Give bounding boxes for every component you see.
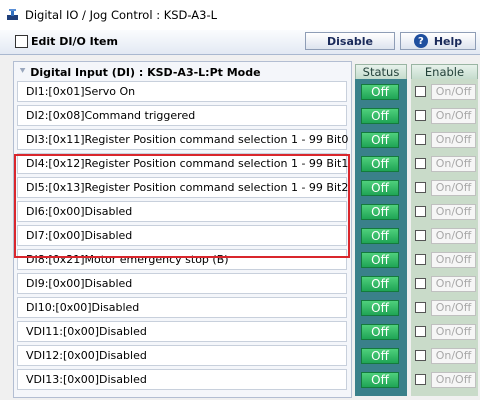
- on-off-button[interactable]: On/Off: [431, 227, 476, 244]
- help-icon: ?: [413, 34, 428, 48]
- edit-di-o-item-checkbox[interactable]: [15, 35, 28, 48]
- di-row: VDI11:[0x00]Disabled: [17, 321, 347, 342]
- di-row-label: VDI13:[0x00]Disabled: [26, 373, 147, 386]
- di-row: VDI13:[0x00]Disabled: [17, 369, 347, 390]
- status-indicator[interactable]: Off: [361, 299, 399, 316]
- status-indicator[interactable]: Off: [361, 203, 399, 220]
- di-row-label: DI9:[0x00]Disabled: [26, 277, 133, 290]
- chevron-down-icon: ⯆: [19, 67, 27, 77]
- status-header-label: Status: [362, 65, 400, 79]
- di-row: VDI12:[0x00]Disabled: [17, 345, 347, 366]
- di-row-label: DI5:[0x13]Register Position command sele…: [26, 181, 349, 194]
- di-row: DI4:[0x12]Register Position command sele…: [17, 153, 349, 174]
- di-row-label: DI3:[0x11]Register Position command sele…: [26, 133, 349, 146]
- enable-checkbox[interactable]: [415, 206, 426, 217]
- enable-column-header: Enable: [411, 64, 478, 80]
- on-off-button[interactable]: On/Off: [431, 323, 476, 340]
- di-row-label: DI10:[0x00]Disabled: [26, 301, 140, 314]
- enable-checkbox[interactable]: [415, 182, 426, 193]
- on-off-button[interactable]: On/Off: [431, 83, 476, 100]
- status-indicator[interactable]: Off: [361, 155, 399, 172]
- on-off-button[interactable]: On/Off: [431, 251, 476, 268]
- app-icon: [6, 8, 19, 21]
- di-row: DI8:[0x21]Motor emergency stop (B): [17, 249, 347, 270]
- di-row-label: DI2:[0x08]Command triggered: [26, 109, 196, 122]
- di-row-label: DI8:[0x21]Motor emergency stop (B): [26, 253, 229, 266]
- status-column-header: Status: [355, 64, 407, 80]
- di-row: DI10:[0x00]Disabled: [17, 297, 347, 318]
- on-off-button[interactable]: On/Off: [431, 275, 476, 292]
- di-panel-area: ⯆ Digital Input (DI) : KSD-A3-L:Pt Mode …: [0, 55, 480, 400]
- enable-checkbox[interactable]: [415, 326, 426, 337]
- status-indicator[interactable]: Off: [361, 131, 399, 148]
- on-off-button[interactable]: On/Off: [431, 179, 476, 196]
- status-indicator[interactable]: Off: [361, 83, 399, 100]
- disable-button[interactable]: Disable: [305, 32, 395, 50]
- disable-button-label: Disable: [327, 34, 373, 48]
- status-indicator[interactable]: Off: [361, 347, 399, 364]
- enable-checkbox[interactable]: [415, 374, 426, 385]
- enable-checkbox[interactable]: [415, 278, 426, 289]
- enable-header-label: Enable: [424, 65, 465, 79]
- toolbar: Edit DI/O Item Disable ? Help: [0, 30, 480, 55]
- enable-checkbox[interactable]: [415, 158, 426, 169]
- di-row-label: DI7:[0x00]Disabled: [26, 229, 133, 242]
- di-row-label: DI1:[0x01]Servo On: [26, 85, 136, 98]
- help-button[interactable]: ? Help: [400, 32, 476, 50]
- di-row: DI5:[0x13]Register Position command sele…: [17, 177, 349, 198]
- on-off-button[interactable]: On/Off: [431, 107, 476, 124]
- enable-checkbox[interactable]: [415, 86, 426, 97]
- di-row-label: VDI11:[0x00]Disabled: [26, 325, 147, 338]
- enable-checkbox[interactable]: [415, 110, 426, 121]
- di-row-label: DI6:[0x00]Disabled: [26, 205, 133, 218]
- title-bar: Digital IO / Jog Control : KSD-A3-L: [0, 0, 480, 31]
- enable-checkbox[interactable]: [415, 254, 426, 265]
- di-row: DI7:[0x00]Disabled: [17, 225, 347, 246]
- status-indicator[interactable]: Off: [361, 371, 399, 388]
- di-row: DI9:[0x00]Disabled: [17, 273, 347, 294]
- enable-checkbox[interactable]: [415, 302, 426, 313]
- window-title: Digital IO / Jog Control : KSD-A3-L: [25, 8, 218, 22]
- on-off-button[interactable]: On/Off: [431, 299, 476, 316]
- status-indicator[interactable]: Off: [361, 107, 399, 124]
- status-indicator[interactable]: Off: [361, 275, 399, 292]
- on-off-button[interactable]: On/Off: [431, 131, 476, 148]
- on-off-button[interactable]: On/Off: [431, 371, 476, 388]
- status-indicator[interactable]: Off: [361, 251, 399, 268]
- help-button-label: Help: [433, 34, 463, 48]
- di-row: DI2:[0x08]Command triggered: [17, 105, 347, 126]
- di-row: DI3:[0x11]Register Position command sele…: [17, 129, 349, 150]
- group-title: Digital Input (DI) : KSD-A3-L:Pt Mode: [30, 65, 261, 79]
- enable-checkbox[interactable]: [415, 350, 426, 361]
- digital-input-group-header[interactable]: ⯆ Digital Input (DI) : KSD-A3-L:Pt Mode: [17, 63, 348, 81]
- di-row: DI1:[0x01]Servo On: [17, 81, 347, 102]
- on-off-button[interactable]: On/Off: [431, 203, 476, 220]
- status-indicator[interactable]: Off: [361, 227, 399, 244]
- di-row: DI6:[0x00]Disabled: [17, 201, 347, 222]
- edit-di-o-item-label: Edit DI/O Item: [31, 35, 118, 48]
- status-indicator[interactable]: Off: [361, 323, 399, 340]
- on-off-button[interactable]: On/Off: [431, 155, 476, 172]
- di-row-label: DI4:[0x12]Register Position command sele…: [26, 157, 349, 170]
- di-row-label: VDI12:[0x00]Disabled: [26, 349, 147, 362]
- enable-checkbox[interactable]: [415, 134, 426, 145]
- enable-checkbox[interactable]: [415, 230, 426, 241]
- on-off-button[interactable]: On/Off: [431, 347, 476, 364]
- status-indicator[interactable]: Off: [361, 179, 399, 196]
